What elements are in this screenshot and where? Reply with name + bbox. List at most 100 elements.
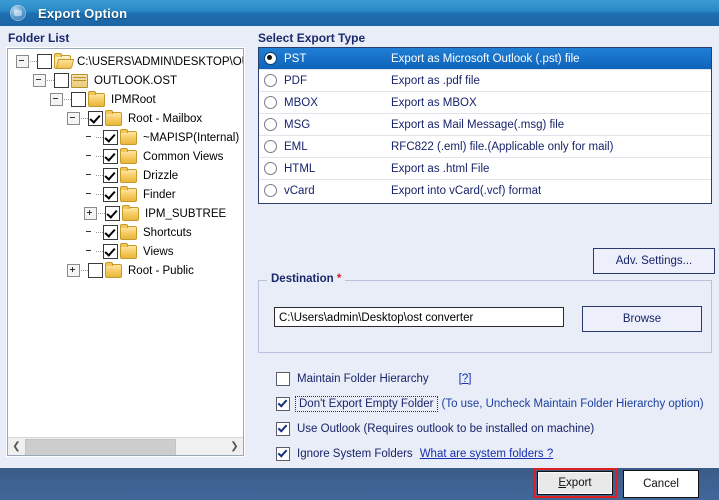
tree-node[interactable]: Root - Public	[10, 261, 243, 280]
tree-node-label: IPMRoot	[109, 94, 156, 106]
export-type-radio[interactable]	[264, 184, 277, 197]
required-marker: *	[337, 273, 341, 285]
export-type-radio[interactable]	[264, 118, 277, 131]
tree-node[interactable]: C:\USERS\ADMIN\DESKTOP\OUTL	[10, 52, 243, 71]
folder-icon	[120, 226, 137, 240]
tree-spacer	[84, 227, 95, 238]
export-type-name: HTML	[284, 163, 391, 175]
collapse-minus-icon[interactable]	[16, 55, 29, 68]
export-type-name: vCard	[284, 185, 391, 197]
scrollbar-track[interactable]	[25, 438, 226, 455]
browse-button[interactable]: Browse	[582, 306, 702, 332]
option-checkbox[interactable]	[276, 372, 290, 386]
option-label: Don't Export Empty Folder	[297, 398, 436, 410]
tree-connector	[96, 156, 103, 157]
tree-node-checkbox[interactable]	[103, 130, 118, 145]
tree-node[interactable]: Common Views	[10, 147, 243, 166]
tree-node-label: Root - Public	[126, 265, 194, 277]
export-type-radio[interactable]	[264, 74, 277, 87]
tree-node-checkbox[interactable]	[88, 111, 103, 126]
system-folders-help-link[interactable]: What are system folders ?	[420, 448, 554, 460]
help-question-link[interactable]: [?]	[459, 373, 472, 385]
tree-node-checkbox[interactable]	[37, 54, 52, 69]
option-checkbox[interactable]	[276, 397, 290, 411]
scroll-left-icon[interactable]: ❮	[8, 438, 25, 455]
option-label: Use Outlook (Requires outlook to be inst…	[297, 423, 594, 435]
tree-node-label: Shortcuts	[141, 227, 192, 239]
export-type-row[interactable]: EMLRFC822 (.eml) file.(Applicable only f…	[259, 136, 711, 158]
option-checkbox[interactable]	[276, 422, 290, 436]
tree-node-checkbox[interactable]	[54, 73, 69, 88]
export-type-name: EML	[284, 141, 391, 153]
tree-node[interactable]: Views	[10, 242, 243, 261]
collapse-minus-icon[interactable]	[33, 74, 46, 87]
export-type-row[interactable]: PSTExport as Microsoft Outlook (.pst) fi…	[259, 48, 711, 70]
export-type-description: Export into vCard(.vcf) format	[391, 185, 711, 197]
export-type-description: RFC822 (.eml) file.(Applicable only for …	[391, 141, 711, 153]
folder-icon	[120, 245, 137, 259]
export-type-row[interactable]: HTMLExport as .html File	[259, 158, 711, 180]
collapse-minus-icon[interactable]	[50, 93, 63, 106]
folder-tree-panel[interactable]: C:\USERS\ADMIN\DESKTOP\OUTL OUTLOOK.OST IP…	[7, 48, 244, 456]
tree-node-checkbox[interactable]	[103, 149, 118, 164]
export-type-row[interactable]: MSGExport as Mail Message(.msg) file	[259, 114, 711, 136]
export-type-radio[interactable]	[264, 162, 277, 175]
expand-plus-icon[interactable]	[84, 207, 97, 220]
export-button[interactable]: Export	[537, 471, 613, 495]
export-type-radio[interactable]	[264, 140, 277, 153]
export-type-radio[interactable]	[264, 96, 277, 109]
tree-node-checkbox[interactable]	[103, 187, 118, 202]
folder-icon	[120, 131, 137, 145]
tree-node[interactable]: Drizzle	[10, 166, 243, 185]
scroll-right-icon[interactable]: ❯	[226, 438, 243, 455]
tree-connector	[96, 194, 103, 195]
scrollbar-thumb[interactable]	[25, 439, 176, 456]
export-option-dialog: Export Option Folder List C:\USERS\ADMIN…	[0, 0, 719, 500]
option-row[interactable]: Don't Export Empty Folder(To use, Unchec…	[254, 391, 719, 416]
tree-node[interactable]: Finder	[10, 185, 243, 204]
export-type-row[interactable]: vCardExport into vCard(.vcf) format	[259, 180, 711, 201]
collapse-minus-icon[interactable]	[67, 112, 80, 125]
tree-node[interactable]: ~MAPISP(Internal)	[10, 128, 243, 147]
cancel-button[interactable]: Cancel	[623, 470, 699, 498]
folder-icon	[120, 188, 137, 202]
option-row[interactable]: Ignore System FoldersWhat are system fol…	[254, 441, 719, 466]
export-type-name: PDF	[284, 75, 391, 87]
folder-icon	[122, 207, 139, 221]
tree-node-label: C:\USERS\ADMIN\DESKTOP\OUTL	[75, 56, 243, 68]
folder-icon	[88, 93, 105, 107]
option-checkbox[interactable]	[276, 447, 290, 461]
folder-icon	[105, 112, 122, 126]
adv-settings-button[interactable]: Adv. Settings...	[593, 248, 715, 274]
folder-tree-scroll-area: C:\USERS\ADMIN\DESKTOP\OUTL OUTLOOK.OST IP…	[8, 49, 243, 437]
tree-node[interactable]: IPM_SUBTREE	[10, 204, 243, 223]
tree-node-checkbox[interactable]	[105, 206, 120, 221]
folder-tree[interactable]: C:\USERS\ADMIN\DESKTOP\OUTL OUTLOOK.OST IP…	[8, 49, 243, 280]
tree-node[interactable]: OUTLOOK.OST	[10, 71, 243, 90]
export-settings-pane: Select Export Type PSTExport as Microsof…	[254, 26, 719, 468]
tree-node-checkbox[interactable]	[103, 168, 118, 183]
export-type-row[interactable]: PDFExport as .pdf file	[259, 70, 711, 92]
ost-stack-icon	[71, 74, 88, 88]
export-type-list[interactable]: PSTExport as Microsoft Outlook (.pst) fi…	[258, 47, 712, 204]
export-type-row[interactable]: MBOXExport as MBOX	[259, 92, 711, 114]
tree-node-checkbox[interactable]	[103, 225, 118, 240]
option-row[interactable]: Use Outlook (Requires outlook to be inst…	[254, 416, 719, 441]
option-row[interactable]: Maintain Folder Hierarchy[?]	[254, 366, 719, 391]
tree-node[interactable]: Root - Mailbox	[10, 109, 243, 128]
export-type-name: MBOX	[284, 97, 391, 109]
export-type-description: Export as .html File	[391, 163, 711, 175]
tree-node-checkbox[interactable]	[71, 92, 86, 107]
destination-path-input[interactable]: C:\Users\admin\Desktop\ost converter	[274, 307, 564, 327]
tree-connector	[64, 99, 71, 100]
tree-spacer	[84, 151, 95, 162]
tree-node-checkbox[interactable]	[103, 244, 118, 259]
folder-tree-horizontal-scrollbar[interactable]: ❮ ❯	[8, 437, 243, 455]
tree-node-label: IPM_SUBTREE	[143, 208, 226, 220]
tree-node[interactable]: IPMRoot	[10, 90, 243, 109]
export-type-radio[interactable]	[264, 52, 277, 65]
tree-spacer	[84, 246, 95, 257]
tree-node-checkbox[interactable]	[88, 263, 103, 278]
expand-plus-icon[interactable]	[67, 264, 80, 277]
tree-node[interactable]: Shortcuts	[10, 223, 243, 242]
